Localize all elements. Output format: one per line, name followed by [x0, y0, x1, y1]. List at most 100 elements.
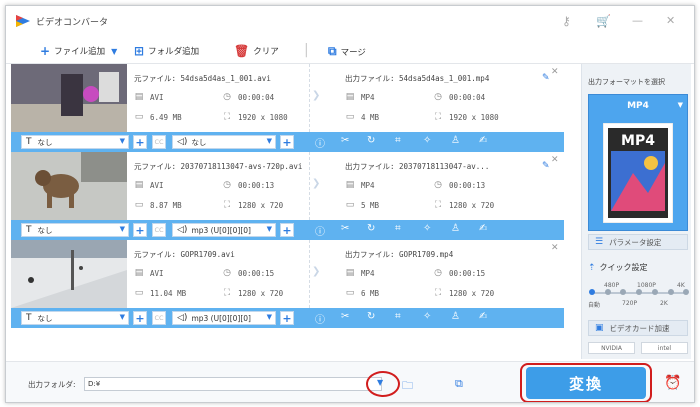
slider-handle[interactable]: [589, 289, 595, 295]
scissors-icon[interactable]: ✂: [341, 135, 349, 146]
rotate-icon[interactable]: ↻: [367, 135, 375, 146]
chevron-right-icon: ❯: [312, 266, 321, 277]
subtitle-select[interactable]: T なし ▼: [21, 311, 129, 325]
info-icon[interactable]: ⓘ: [315, 135, 325, 150]
speaker-icon: ◁): [177, 225, 188, 235]
crop-icon[interactable]: ⌗: [395, 223, 401, 234]
film-icon: ▤: [345, 268, 355, 278]
chevron-down-icon: ▼: [119, 137, 125, 145]
list-item[interactable]: 元ファイル: GOPR1709.avi ▤ AVI ◷ 00:00:15 ▭ 11.0…: [11, 240, 564, 328]
gpu-acceleration-button[interactable]: ▣ ビデオカード加速: [588, 320, 688, 336]
mp4-file-icon: MP4: [603, 123, 673, 223]
add-folder-button[interactable]: ⊞ フォルダ追加: [134, 44, 199, 58]
list-item[interactable]: 元ファイル: 20370718113047-avs-720p.avi ▤ AVI …: [11, 152, 564, 240]
remove-item-icon[interactable]: ✕: [551, 243, 559, 253]
file-list: 元ファイル: 54dsa5d4as_1_001.avi ▤ AVI ◷ 00:00:…: [11, 64, 564, 329]
add-audio-button[interactable]: +: [280, 311, 294, 325]
watermark-icon[interactable]: ♙: [451, 135, 460, 146]
output-format-selector[interactable]: MP4 ▼ MP4: [588, 94, 688, 231]
magic-wand-icon[interactable]: ✧: [423, 135, 431, 146]
add-subtitle-button[interactable]: +: [133, 135, 147, 149]
rename-pencil-icon[interactable]: ✎: [542, 73, 550, 83]
output-folder-label: 出力フォルダ:: [28, 380, 76, 389]
remove-item-icon[interactable]: ✕: [551, 67, 559, 77]
convert-button[interactable]: 変換: [526, 367, 646, 399]
video-thumbnail[interactable]: [11, 64, 127, 132]
output-folder-field[interactable]: D:¥: [84, 377, 382, 391]
subtitle-select[interactable]: T なし ▼: [21, 223, 129, 237]
edit-pen-icon[interactable]: ✍: [479, 135, 487, 146]
audio-select[interactable]: ◁) なし ▼: [172, 135, 276, 149]
audio-select[interactable]: ◁) mp3 (U[0][0][0] ▼: [172, 223, 276, 237]
trash-icon: 🗑: [234, 44, 250, 58]
clock-icon: ◷: [223, 268, 231, 278]
chevron-down-icon[interactable]: ▼: [111, 47, 117, 56]
chevron-down-icon: ▼: [266, 313, 272, 321]
nvidia-logo[interactable]: NVIDIA: [588, 342, 635, 354]
chevron-down-icon: ▼: [266, 225, 272, 233]
edit-pen-icon[interactable]: ✍: [479, 311, 487, 322]
merge-icon: ⧉: [328, 44, 337, 58]
list-item[interactable]: 元ファイル: 54dsa5d4as_1_001.avi ▤ AVI ◷ 00:00:…: [11, 64, 564, 152]
video-thumbnail[interactable]: [11, 240, 127, 308]
merge-button[interactable]: ⧉ マージ: [328, 44, 366, 59]
info-icon[interactable]: ⓘ: [315, 311, 325, 326]
alarm-clock-icon[interactable]: ⏰: [664, 375, 681, 391]
audio-select[interactable]: ◁) mp3 (U[0][0][0] ▼: [172, 311, 276, 325]
add-audio-button[interactable]: +: [280, 223, 294, 237]
format-panel: 出力フォーマットを選択 MP4 ▼ MP4 ☰ パラメータ設定 ⇡ クイック設定…: [581, 64, 691, 359]
video-thumbnail[interactable]: [11, 152, 127, 220]
subtitle-select[interactable]: T なし ▼: [21, 135, 129, 149]
clear-button[interactable]: 🗑 クリア: [234, 44, 279, 58]
quality-slider[interactable]: [589, 289, 689, 295]
rotate-icon[interactable]: ↻: [367, 311, 375, 322]
clock-icon: ◷: [434, 180, 442, 190]
scissors-icon[interactable]: ✂: [341, 311, 349, 322]
resolution-icon: ⛶: [223, 200, 231, 210]
magic-wand-icon[interactable]: ✧: [423, 223, 431, 234]
cc-button[interactable]: CC: [152, 311, 166, 325]
cart-icon[interactable]: 🛒: [596, 14, 611, 28]
cc-button[interactable]: CC: [152, 223, 166, 237]
info-icon[interactable]: ⓘ: [315, 223, 325, 238]
open-folder-icon[interactable]: 🗀: [402, 377, 413, 396]
convert-arrow: ❯: [309, 64, 329, 132]
minimize-icon[interactable]: —: [632, 14, 643, 27]
rename-pencil-icon[interactable]: ✎: [542, 161, 550, 171]
folder-plus-icon: ⊞: [134, 44, 145, 58]
merge-into-one-icon[interactable]: ⧉: [455, 377, 463, 391]
mp4-icon-label: MP4: [621, 133, 655, 149]
add-subtitle-button[interactable]: +: [133, 223, 147, 237]
title-bar: ビデオコンバータ ⚷ 🛒 — ✕: [6, 6, 694, 36]
key-icon[interactable]: ⚷: [562, 14, 571, 28]
convert-arrow: ❯: [309, 240, 329, 308]
chevron-down-icon: ▼: [266, 137, 272, 145]
file-size-icon: ▭: [134, 288, 144, 298]
film-icon: ▤: [134, 180, 144, 190]
quick-settings-label: ⇡ クイック設定: [588, 262, 648, 273]
cc-button[interactable]: CC: [152, 135, 166, 149]
gpu-vendor-row: NVIDIA intel: [588, 342, 688, 354]
scissors-icon[interactable]: ✂: [341, 223, 349, 234]
crop-icon[interactable]: ⌗: [395, 311, 401, 322]
close-window-icon[interactable]: ✕: [666, 14, 675, 27]
chevron-down-icon[interactable]: ▼: [377, 378, 383, 387]
film-icon: ▤: [134, 268, 144, 278]
magic-wand-icon[interactable]: ✧: [423, 311, 431, 322]
selected-format: MP4: [627, 101, 649, 111]
watermark-icon[interactable]: ♙: [451, 311, 460, 322]
add-file-button[interactable]: + ファイル追加 ▼: [40, 44, 117, 58]
resolution-icon: ⛶: [434, 288, 442, 298]
chevron-down-icon: ▼: [119, 225, 125, 233]
crop-icon[interactable]: ⌗: [395, 135, 401, 146]
watermark-icon[interactable]: ♙: [451, 223, 460, 234]
add-subtitle-button[interactable]: +: [133, 311, 147, 325]
toolbar-divider: |: [304, 42, 309, 58]
intel-logo[interactable]: intel: [641, 342, 688, 354]
parameter-settings-button[interactable]: ☰ パラメータ設定: [588, 234, 688, 250]
remove-item-icon[interactable]: ✕: [551, 155, 559, 165]
rotate-icon[interactable]: ↻: [367, 223, 375, 234]
add-audio-button[interactable]: +: [280, 135, 294, 149]
edit-pen-icon[interactable]: ✍: [479, 223, 487, 234]
file-size-icon: ▭: [345, 200, 355, 210]
